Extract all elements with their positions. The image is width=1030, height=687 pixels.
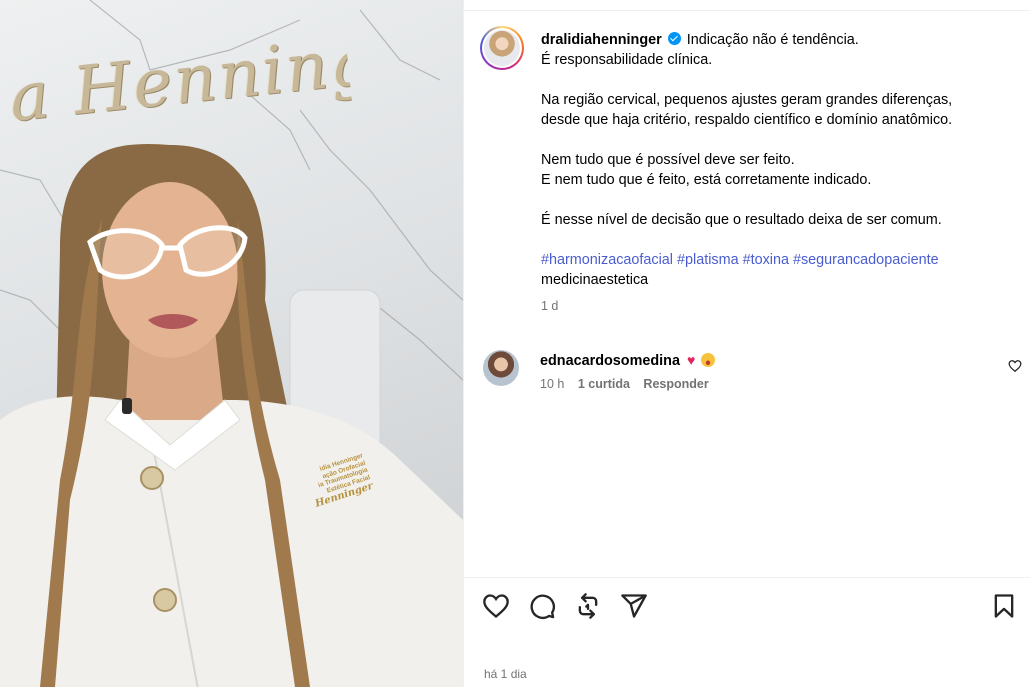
comment-item: ednacardosomedina ♥ 10 h 1 curtida Respo… bbox=[480, 347, 1022, 407]
caption-line: Nem tudo que é possível deve ser feito. bbox=[541, 152, 795, 168]
commenter-username[interactable]: ednacardosomedina bbox=[540, 353, 680, 369]
bookmark-icon[interactable] bbox=[990, 592, 1018, 620]
caption-line: Na região cervical, pequenos ajustes ger… bbox=[541, 92, 953, 108]
comment-text: ednacardosomedina ♥ bbox=[540, 350, 716, 371]
caption-line: Indicação não é tendência. bbox=[686, 32, 859, 48]
action-bar bbox=[480, 592, 1020, 624]
repost-icon[interactable] bbox=[574, 592, 602, 620]
post-caption: dralidiahenninger Indicação não é tendên… bbox=[541, 30, 1011, 316]
post-age: 1 d bbox=[541, 299, 559, 313]
comment-bubble-svg bbox=[530, 594, 555, 619]
caption-first-line: dralidiahenninger Indicação não é tendên… bbox=[541, 30, 1011, 50]
surprised-face-emoji-icon bbox=[701, 353, 716, 367]
comment-like-heart-svg bbox=[1008, 360, 1022, 373]
hashtag-line: #harmonizacaofacial #platisma #toxina #s… bbox=[541, 250, 1011, 270]
comment-bubble-icon[interactable] bbox=[528, 592, 556, 620]
comment-meta: 10 h 1 curtida Responder bbox=[540, 377, 719, 391]
header-divider bbox=[464, 10, 1030, 11]
share-paper-plane-svg bbox=[621, 594, 647, 618]
post-date[interactable]: há 1 dia bbox=[484, 667, 527, 681]
hashtag-tail: medicinaestetica bbox=[541, 272, 649, 288]
author-avatar[interactable] bbox=[480, 26, 524, 70]
caption-line: desde que haja critério, respaldo cientí… bbox=[541, 112, 953, 128]
avatar-inner-ring bbox=[482, 28, 522, 68]
reply-button[interactable]: Responder bbox=[643, 377, 708, 391]
caption-line: E nem tudo que é feito, está corretament… bbox=[541, 172, 872, 188]
commenter-avatar[interactable] bbox=[483, 350, 519, 386]
comment-time: 10 h bbox=[540, 377, 565, 391]
caption-line: É nesse nível de decisão que o resultado… bbox=[541, 212, 942, 228]
share-paper-plane-icon[interactable] bbox=[620, 592, 648, 620]
avatar-image bbox=[484, 30, 520, 66]
heart-svg bbox=[483, 594, 509, 619]
bookmark-svg bbox=[994, 594, 1014, 618]
verified-badge-icon bbox=[667, 32, 681, 45]
actions-divider bbox=[464, 577, 1030, 578]
comment-likes[interactable]: 1 curtida bbox=[578, 377, 630, 391]
post-side-panel: dralidiahenninger Indicação não é tendên… bbox=[463, 0, 1030, 687]
post-media-video[interactable]: a Henninger idia Henninger ação Orofacia… bbox=[0, 0, 463, 687]
repost-svg bbox=[578, 593, 598, 619]
hashtag-links[interactable]: #harmonizacaofacial #platisma #toxina #s… bbox=[541, 252, 939, 268]
comment-like-heart-icon[interactable] bbox=[1008, 359, 1022, 373]
caption-line: É responsabilidade clínica. bbox=[541, 52, 713, 68]
author-username[interactable]: dralidiahenninger bbox=[541, 32, 662, 48]
heart-icon[interactable] bbox=[482, 592, 510, 620]
heart-emoji-icon: ♥ bbox=[686, 352, 696, 368]
